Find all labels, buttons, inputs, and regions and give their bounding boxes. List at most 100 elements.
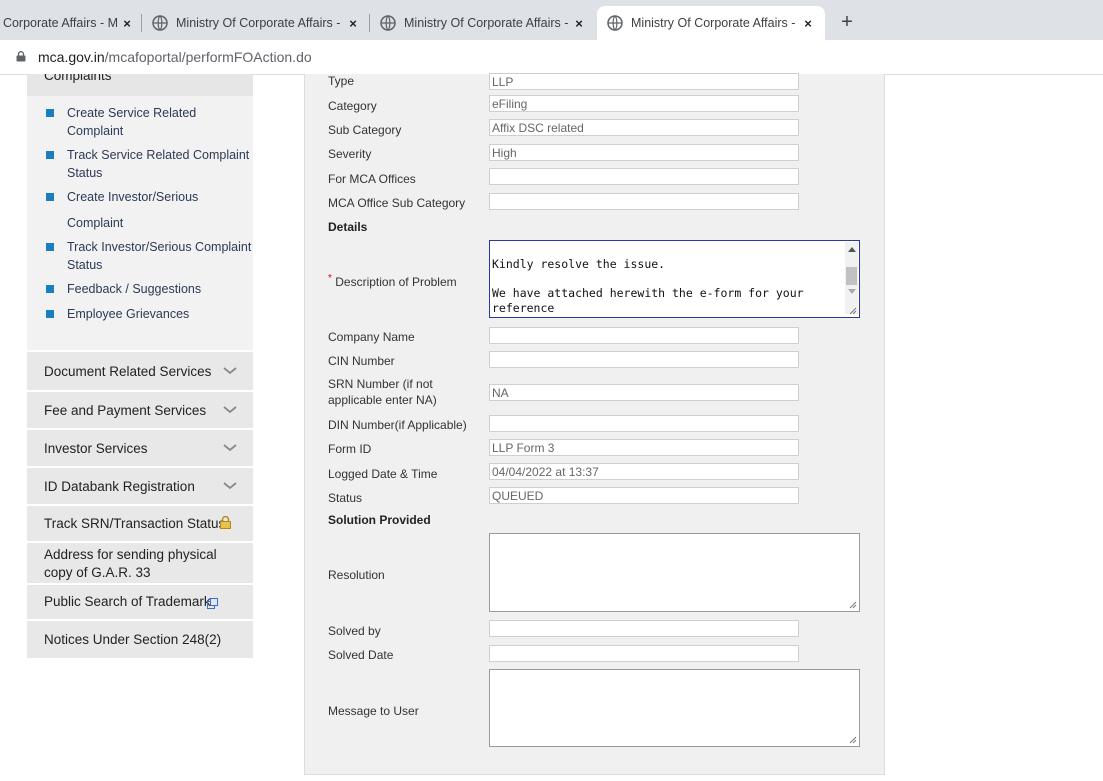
chevron-down-icon[interactable] bbox=[223, 366, 237, 376]
globe-icon bbox=[607, 15, 623, 31]
solved-date-label: Solved Date bbox=[328, 648, 394, 662]
url-domain: mca.gov.in bbox=[38, 49, 105, 65]
sidebar-item-document-services[interactable]: Document Related Services bbox=[27, 350, 253, 390]
message-to-user-textarea[interactable] bbox=[489, 669, 860, 747]
category-field[interactable] bbox=[489, 95, 799, 112]
resolution-textarea[interactable] bbox=[489, 533, 860, 612]
din-number-field[interactable] bbox=[489, 415, 799, 432]
srn-number-field[interactable] bbox=[489, 384, 799, 401]
globe-icon bbox=[380, 15, 396, 31]
sidebar-item-label: Notices Under Section 248(2) bbox=[44, 632, 222, 647]
sidebar-item-id-databank[interactable]: ID Databank Registration bbox=[27, 466, 253, 504]
submenu-item-feedback[interactable]: Feedback / Suggestions bbox=[46, 280, 246, 300]
complaints-submenu: Create Service Related Complaint Track S… bbox=[27, 96, 253, 350]
scroll-up-icon[interactable] bbox=[848, 247, 856, 252]
submenu-item-create-investor-complaint[interactable]: Create Investor/Serious bbox=[46, 188, 246, 208]
tab-title: Ministry Of Corporate Affairs - M bbox=[631, 16, 799, 30]
sidebar-item-gar33-address[interactable]: Address for sending physical copy of G.A… bbox=[27, 541, 253, 583]
url-text[interactable]: mca.gov.in/mcafoportal/performFOAction.d… bbox=[38, 49, 312, 65]
description-text: Kindly resolve the issue. We have attach… bbox=[492, 257, 804, 315]
mca-office-sub-category-label: MCA Office Sub Category bbox=[328, 196, 466, 210]
form-id-label: Form ID bbox=[328, 442, 372, 456]
browser-tab-3[interactable]: Ministry Of Corporate Affairs - M × bbox=[370, 6, 596, 40]
tab-close-icon[interactable]: × bbox=[799, 16, 817, 31]
submenu-item-create-service-complaint[interactable]: Create Service Related Complaint bbox=[46, 104, 246, 140]
complaint-form: Type Category Sub Category Severity For … bbox=[304, 73, 885, 775]
address-bar[interactable]: mca.gov.in/mcafoportal/performFOAction.d… bbox=[0, 40, 1103, 75]
resize-grip-icon[interactable] bbox=[849, 307, 857, 315]
srn-number-label: SRN Number (if not applicable enter NA) bbox=[328, 377, 437, 407]
url-path: /mcafoportal/performFOAction.do bbox=[104, 49, 312, 65]
resize-grip-icon[interactable] bbox=[849, 736, 857, 744]
chevron-down-icon[interactable] bbox=[223, 74, 237, 76]
resize-grip-icon[interactable] bbox=[849, 601, 857, 609]
sidebar-item-trademark-search[interactable]: Public Search of Trademark bbox=[27, 583, 253, 619]
submenu-item-label: Track Investor/Serious Complaint Status bbox=[67, 240, 252, 272]
type-field[interactable] bbox=[489, 73, 799, 90]
company-name-field[interactable] bbox=[489, 327, 799, 344]
submenu-item-employee-grievances[interactable]: Employee Grievances bbox=[46, 305, 246, 325]
cin-number-field[interactable] bbox=[489, 351, 799, 368]
company-name-label: Company Name bbox=[328, 330, 415, 344]
bullet-icon bbox=[46, 310, 54, 318]
scroll-down-icon[interactable] bbox=[848, 289, 856, 294]
type-label: Type bbox=[328, 74, 355, 88]
bullet-icon bbox=[46, 151, 54, 159]
sidebar-section-label: Complaints bbox=[44, 74, 112, 83]
solved-by-field[interactable] bbox=[489, 620, 799, 637]
sidebar-item-investor-services[interactable]: Investor Services bbox=[27, 428, 253, 466]
tab-close-icon[interactable]: × bbox=[118, 16, 136, 31]
sidebar-item-label: Document Related Services bbox=[44, 364, 212, 379]
din-number-label: DIN Number(if Applicable) bbox=[328, 418, 467, 432]
sub-category-field[interactable] bbox=[489, 119, 799, 136]
tab-strip: f Corporate Affairs - M × Ministry Of Co… bbox=[0, 0, 1103, 40]
sidebar-item-fee-payment[interactable]: Fee and Payment Services bbox=[27, 390, 253, 428]
sidebar-item-notices-248[interactable]: Notices Under Section 248(2) bbox=[27, 619, 253, 658]
submenu-item-create-investor-complaint-cont[interactable]: Complaint bbox=[46, 214, 246, 234]
chevron-down-icon[interactable] bbox=[223, 481, 237, 491]
description-scrollbar[interactable] bbox=[845, 242, 858, 314]
sidebar-item-label: Fee and Payment Services bbox=[44, 403, 207, 418]
new-tab-button[interactable]: + bbox=[836, 10, 858, 34]
sidebar-item-track-srn[interactable]: Track SRN/Transaction Status bbox=[27, 504, 253, 541]
sidebar-section-complaints[interactable]: Complaints bbox=[27, 74, 253, 96]
category-label: Category bbox=[328, 99, 377, 113]
description-label-text: Description of Problem bbox=[335, 275, 457, 289]
browser-tab-active[interactable]: Ministry Of Corporate Affairs - M × bbox=[597, 6, 825, 40]
mca-offices-label: For MCA Offices bbox=[328, 172, 416, 186]
tab-close-icon[interactable]: × bbox=[570, 16, 588, 31]
sub-category-label: Sub Category bbox=[328, 123, 402, 137]
solved-date-field[interactable] bbox=[489, 645, 799, 662]
severity-label: Severity bbox=[328, 147, 372, 161]
mca-office-sub-category-field[interactable] bbox=[489, 193, 799, 210]
sidebar-item-label: ID Databank Registration bbox=[44, 479, 195, 494]
submenu-item-track-investor-complaint[interactable]: Track Investor/Serious Complaint Status bbox=[46, 238, 251, 274]
lock-icon bbox=[220, 515, 231, 534]
lock-icon bbox=[16, 51, 26, 62]
browser-tab-1[interactable]: f Corporate Affairs - M × bbox=[0, 6, 142, 40]
submenu-item-track-service-complaint[interactable]: Track Service Related Complaint Status bbox=[46, 146, 249, 182]
browser-tab-2[interactable]: Ministry Of Corporate Affairs - M × bbox=[142, 6, 370, 40]
sidebar-item-label: Track SRN/Transaction Status bbox=[44, 516, 226, 531]
status-field[interactable] bbox=[489, 487, 799, 504]
chevron-down-icon[interactable] bbox=[223, 443, 237, 453]
submenu-item-label: Track Service Related Complaint Status bbox=[67, 148, 250, 180]
form-id-field[interactable] bbox=[489, 439, 799, 456]
details-heading: Details bbox=[328, 220, 368, 234]
status-label: Status bbox=[328, 491, 363, 505]
description-textarea[interactable]: Kindly resolve the issue. We have attach… bbox=[489, 240, 860, 318]
globe-icon bbox=[152, 15, 168, 31]
cin-number-label: CIN Number bbox=[328, 354, 395, 368]
submenu-item-label: Create Investor/Serious bbox=[67, 190, 199, 204]
submenu-item-label: Create Service Related Complaint bbox=[67, 106, 197, 138]
scroll-thumb[interactable] bbox=[846, 267, 857, 285]
tab-close-icon[interactable]: × bbox=[344, 16, 362, 31]
bullet-icon bbox=[46, 243, 54, 251]
mca-offices-field[interactable] bbox=[489, 168, 799, 185]
resolution-label: Resolution bbox=[328, 568, 385, 582]
severity-field[interactable] bbox=[489, 144, 799, 161]
tab-title: f Corporate Affairs - M bbox=[0, 16, 118, 30]
logged-date-field[interactable] bbox=[489, 463, 799, 480]
submenu-item-label: Feedback / Suggestions bbox=[67, 282, 202, 296]
chevron-down-icon[interactable] bbox=[223, 405, 237, 415]
